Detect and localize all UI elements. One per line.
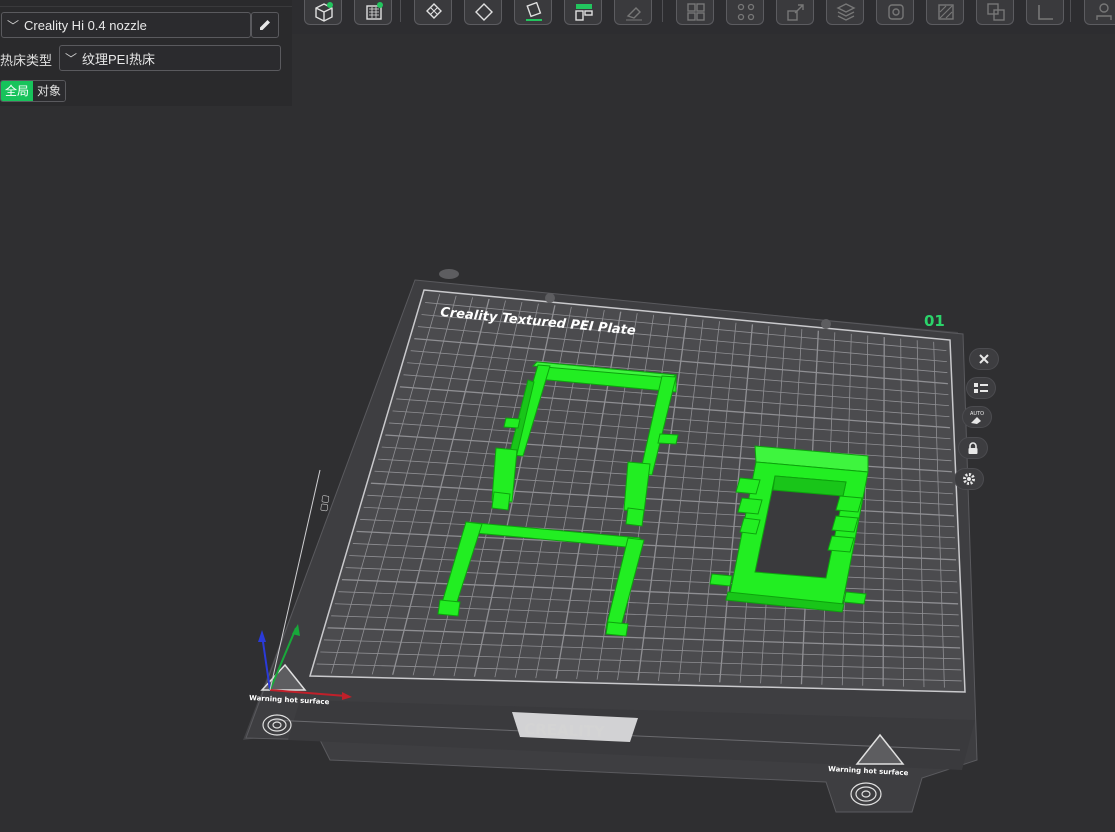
close-plate-button[interactable]	[969, 348, 999, 370]
scale-icon	[787, 4, 804, 21]
lock-plate-button[interactable]	[958, 437, 988, 459]
arrange-icon	[426, 3, 442, 19]
add-cube-tool-button[interactable]	[304, 0, 342, 25]
seam-paint-icon	[938, 4, 954, 20]
boolean-tool-button[interactable]	[976, 0, 1014, 25]
list-icon	[974, 383, 988, 393]
layers-tool-button[interactable]	[826, 0, 864, 25]
printer-name: Creality Hi 0.4 nozzle	[24, 17, 147, 33]
seam-paint-tool-button[interactable]	[926, 0, 964, 25]
arrange-plate-button[interactable]	[966, 377, 996, 399]
scope-global-button[interactable]: 全局	[1, 81, 34, 101]
add-plate-tool-button[interactable]	[354, 0, 392, 25]
split-parts-tool-button[interactable]	[726, 0, 764, 25]
close-icon	[979, 354, 989, 364]
bed-type-select[interactable]: ﹀ 纹理PEI热床	[59, 45, 281, 71]
fill-bed-icon	[526, 2, 542, 21]
toolbar-separator	[1070, 0, 1071, 22]
layers-icon	[836, 3, 856, 21]
assembly-tool-button[interactable]	[1084, 0, 1115, 25]
panel-header-strip	[0, 0, 292, 7]
build-plate-viewport[interactable]: CREALITY Warning hot surface Warning hot…	[0, 0, 1115, 832]
printer-select[interactable]: ﹀ Creality Hi 0.4 nozzle	[1, 12, 251, 38]
assembly-icon	[1096, 3, 1112, 20]
print-settings-panel: ﹀ Creality Hi 0.4 nozzle 热床类型 ﹀ 纹理PEI热床 …	[0, 0, 292, 106]
plate-brand: CREALITY	[524, 720, 606, 741]
split-objects-icon	[687, 3, 705, 21]
scale-tool-button[interactable]	[776, 0, 814, 25]
measure-tool-button[interactable]	[1026, 0, 1064, 25]
plate-settings-button[interactable]	[954, 468, 984, 490]
edit-printer-button[interactable]	[251, 12, 279, 38]
orient-icon	[475, 3, 493, 21]
svg-text:AUTO: AUTO	[970, 411, 984, 417]
toolbar-separator	[400, 0, 401, 22]
add-cube-icon	[315, 2, 333, 22]
main-toolbar	[292, 0, 1115, 34]
auto-orient-button[interactable]: AUTO	[962, 406, 992, 428]
bed-type-label: 热床类型	[0, 53, 53, 68]
scope-object-button[interactable]: 对象	[33, 81, 66, 101]
orient-tool-button[interactable]	[464, 0, 502, 25]
arrange-tool-button[interactable]	[414, 0, 452, 25]
settings-scope-toggle: 全局 对象	[0, 80, 67, 102]
toolbar-separator	[662, 0, 663, 22]
layout-icon	[575, 4, 593, 21]
pencil-icon	[260, 20, 270, 30]
gear-icon	[963, 473, 975, 485]
bed-type-value: 纹理PEI热床	[82, 51, 155, 67]
chevron-down-icon: ﹀	[6, 18, 19, 33]
erase-tool-button[interactable]	[614, 0, 652, 25]
measure-icon	[1038, 5, 1053, 20]
plate-number[interactable]: 01	[924, 312, 945, 330]
axis-label-icon: ▢▢	[319, 494, 331, 512]
support-paint-icon	[888, 4, 904, 20]
chevron-down-icon: ﹀	[64, 51, 77, 66]
split-parts-icon	[737, 3, 755, 21]
auto-orient-icon: AUTO	[970, 411, 984, 424]
boolean-icon	[987, 3, 1005, 21]
split-objects-tool-button[interactable]	[676, 0, 714, 25]
fill-bed-tool-button[interactable]	[514, 0, 552, 25]
support-paint-tool-button[interactable]	[876, 0, 914, 25]
erase-icon	[626, 7, 642, 21]
lock-icon	[968, 441, 978, 454]
layout-tool-button[interactable]	[564, 0, 602, 25]
add-plate-icon	[366, 2, 383, 20]
